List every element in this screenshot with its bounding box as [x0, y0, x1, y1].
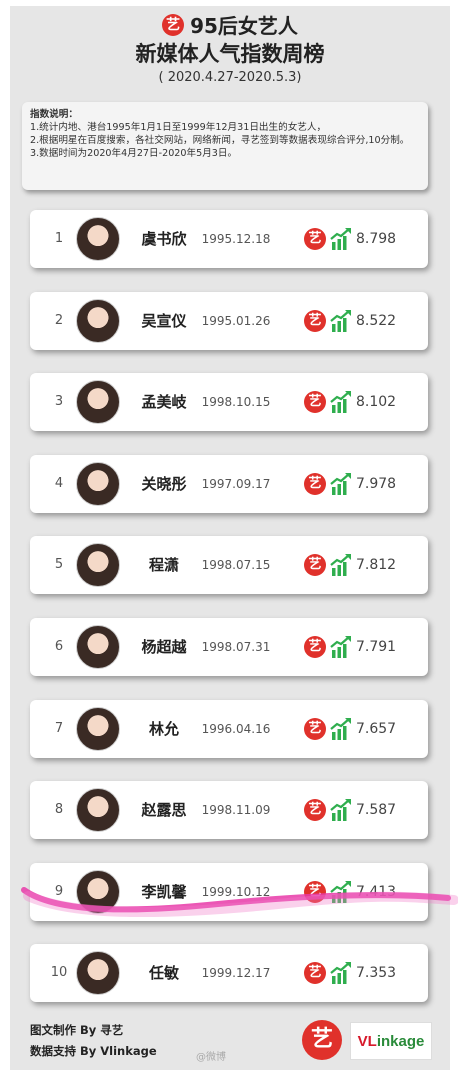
popularity-score: 8.102: [356, 394, 397, 410]
avatar: [76, 543, 120, 587]
birth-date: 1999.12.17: [201, 966, 271, 980]
birth-date: 1998.07.31: [201, 640, 271, 654]
ranking-row: 7 林允 1996.04.16 艺 7.657: [30, 700, 428, 758]
popularity-score: 8.798: [356, 231, 397, 247]
credit-design: 图文制作 By 寻艺: [30, 1023, 124, 1037]
popularity-score: 7.353: [356, 965, 397, 981]
rank-number: 1: [54, 231, 64, 246]
yi-logo-icon: 艺: [304, 636, 326, 658]
yi-logo-icon: 艺: [304, 391, 326, 413]
yi-logo-icon: 艺: [304, 718, 326, 740]
popularity-score: 7.978: [356, 476, 397, 492]
avatar: [76, 788, 120, 832]
rank-number: 9: [54, 884, 64, 899]
artist-name: 赵露思: [141, 801, 187, 819]
ranking-row: 10 任敏 1999.12.17 艺 7.353: [30, 944, 428, 1002]
popularity-score: 8.522: [356, 313, 397, 329]
trend-up-chart-icon: [330, 718, 351, 740]
popularity-score: 7.413: [356, 884, 397, 900]
popularity-score: 7.791: [356, 639, 397, 655]
credit-data: 数据支持 By Vlinkage: [30, 1044, 157, 1058]
trend-up-chart-icon: [330, 636, 351, 658]
yi-logo-icon: 艺: [162, 13, 185, 36]
notes-line-1: 1.统计内地、港台1995年1月1日至1999年12月31日出生的女艺人，: [30, 122, 327, 133]
title-line1: 艺 95后女艺人: [0, 10, 460, 39]
avatar: [76, 462, 120, 506]
artist-name: 虞书欣: [141, 230, 187, 248]
rank-number: 3: [54, 394, 64, 409]
ranking-row: 1 虞书欣 1995.12.18 艺 8.798: [30, 210, 428, 268]
vlinkage-logo-rest: inkage: [376, 1032, 425, 1050]
yi-logo-icon: 艺: [304, 799, 326, 821]
ranking-row: 4 关晓彤 1997.09.17 艺 7.978: [30, 455, 428, 513]
popularity-score: 7.657: [356, 721, 397, 737]
trend-up-chart-icon: [330, 391, 351, 413]
rank-number: 10: [50, 965, 68, 980]
trend-up-chart-icon: [330, 310, 351, 332]
popularity-score: 7.587: [356, 802, 397, 818]
yi-logo-icon: 艺: [304, 228, 326, 250]
trend-up-chart-icon: [330, 881, 351, 903]
trend-up-chart-icon: [330, 473, 351, 495]
ranking-row: 3 孟美岐 1998.10.15 艺 8.102: [30, 373, 428, 431]
ranking-row: 9 李凯馨 1999.10.12 艺 7.413: [30, 863, 428, 921]
ranking-row: 5 程潇 1998.07.15 艺 7.812: [30, 536, 428, 594]
birth-date: 1998.11.09: [201, 803, 271, 817]
yi-logo-icon: 艺: [304, 962, 326, 984]
rank-number: 2: [54, 313, 64, 328]
avatar: [76, 951, 120, 995]
notes-title: 指数说明：: [30, 109, 78, 120]
watermark: @微博: [196, 1052, 226, 1063]
index-notes: 指数说明： 1.统计内地、港台1995年1月1日至1999年12月31日出生的女…: [22, 102, 428, 190]
vlinkage-logo-v: VL: [357, 1032, 377, 1050]
avatar: [76, 299, 120, 343]
rank-number: 5: [54, 557, 64, 572]
yi-logo-icon: 艺: [304, 473, 326, 495]
popularity-score: 7.812: [356, 557, 397, 573]
avatar: [76, 217, 120, 261]
avatar: [76, 380, 120, 424]
birth-date: 1996.04.16: [201, 722, 271, 736]
yi-logo-icon: 艺: [304, 310, 326, 332]
yi-logo-icon: 艺: [304, 881, 326, 903]
avatar: [76, 870, 120, 914]
page-subtitle: 新媒体人气指数周榜: [135, 42, 325, 66]
birth-date: 1995.01.26: [201, 314, 271, 328]
artist-name: 关晓彤: [141, 475, 187, 493]
artist-name: 吴宣仪: [141, 312, 187, 330]
ranking-row: 8 赵露思 1998.11.09 艺 7.587: [30, 781, 428, 839]
artist-name: 任敏: [148, 964, 179, 982]
notes-line-2: 2.根据明星在百度搜索，各社交网站，网络新闻，寻艺签到等数据表现综合评分,10分…: [30, 135, 410, 146]
vlinkage-logo: VL inkage: [350, 1022, 432, 1060]
ranking-row: 6 杨超越 1998.07.31 艺 7.791: [30, 618, 428, 676]
rank-number: 7: [54, 721, 64, 736]
artist-name: 程潇: [148, 556, 179, 574]
rank-number: 6: [54, 639, 64, 654]
rank-number: 4: [54, 476, 64, 491]
notes-line-3: 3.数据时间为2020年4月27日-2020年5月3日。: [30, 148, 238, 159]
trend-up-chart-icon: [330, 799, 351, 821]
rank-number: 8: [54, 802, 64, 817]
birth-date: 1999.10.12: [201, 885, 271, 899]
avatar: [76, 625, 120, 669]
birth-date: 1995.12.18: [201, 232, 271, 246]
date-range: ( 2020.4.27-2020.5.3): [158, 70, 302, 85]
artist-name: 杨超越: [141, 638, 187, 656]
ranking-row: 2 吴宣仪 1995.01.26 艺 8.522: [30, 292, 428, 350]
artist-name: 孟美岐: [141, 393, 187, 411]
trend-up-chart-icon: [330, 228, 351, 250]
page-title: 95后女艺人: [190, 14, 298, 38]
trend-up-chart-icon: [330, 962, 351, 984]
birth-date: 1997.09.17: [201, 477, 271, 491]
yi-logo-icon: 艺: [304, 554, 326, 576]
artist-name: 李凯馨: [141, 883, 187, 901]
artist-name: 林允: [148, 720, 179, 738]
birth-date: 1998.07.15: [201, 558, 271, 572]
yi-logo-large-icon: 艺: [302, 1020, 342, 1060]
avatar: [76, 707, 120, 751]
birth-date: 1998.10.15: [201, 395, 271, 409]
trend-up-chart-icon: [330, 554, 351, 576]
